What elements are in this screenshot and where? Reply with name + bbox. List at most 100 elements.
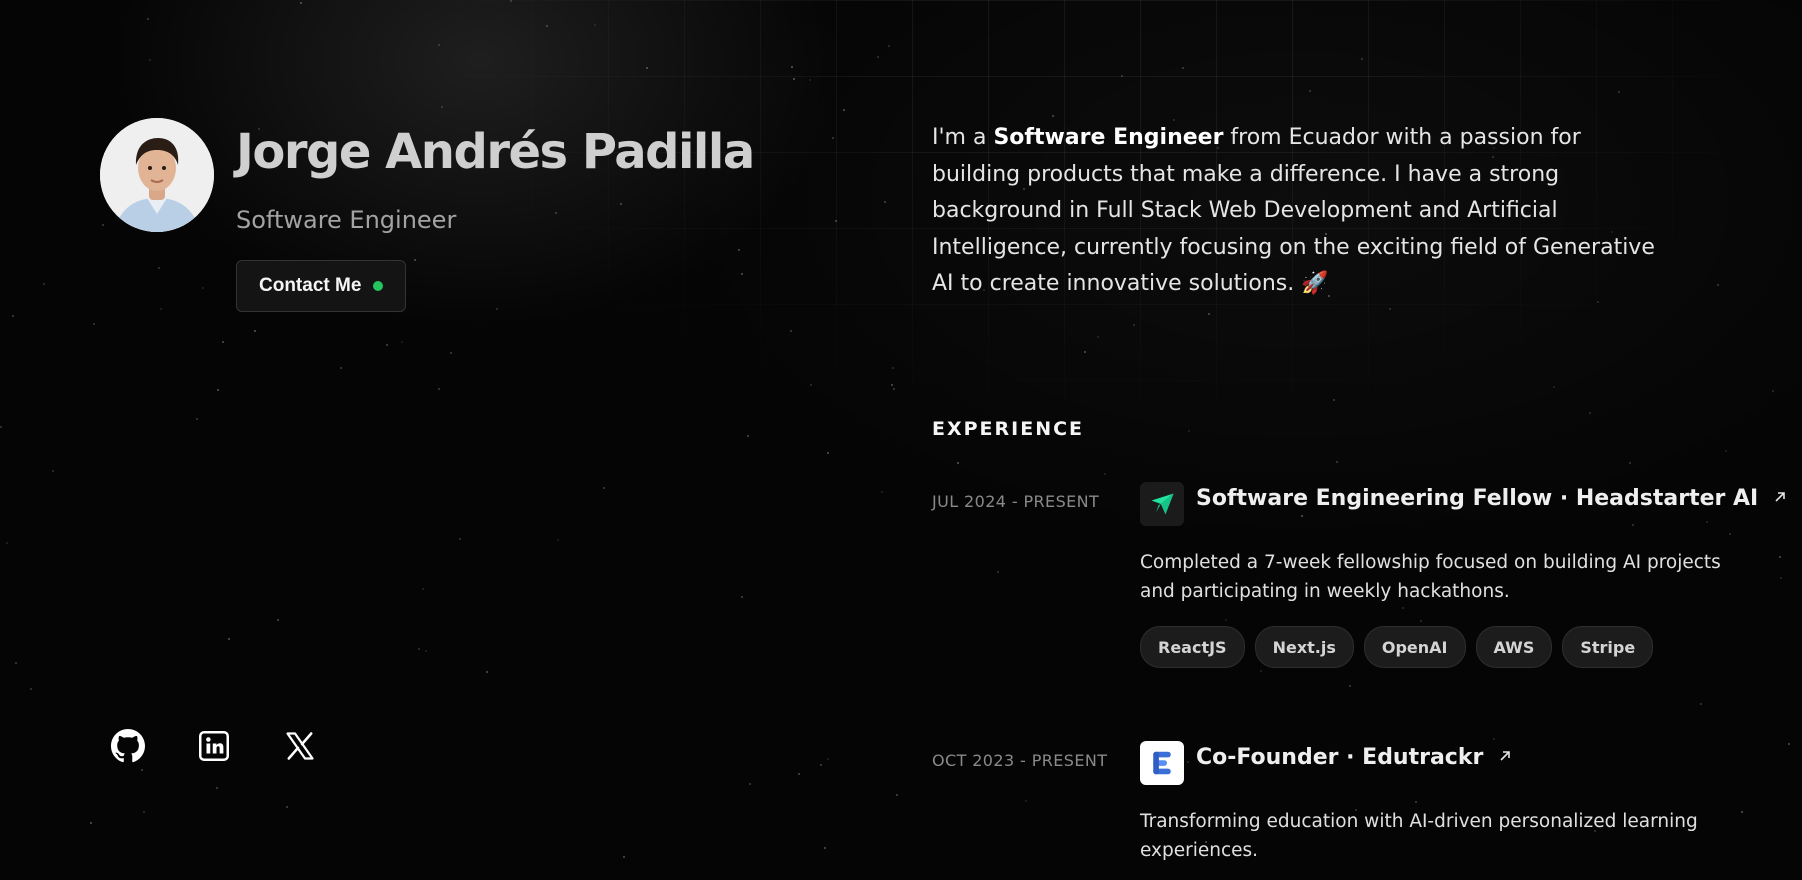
about-prefix: I'm a (932, 125, 994, 150)
star (881, 491, 883, 493)
star (459, 538, 461, 540)
star (143, 811, 145, 813)
star (414, 259, 416, 261)
star (147, 18, 149, 20)
star (884, 201, 886, 203)
star (1389, 308, 1391, 310)
star (222, 341, 224, 343)
star (0, 426, 2, 428)
experience-date: JUL 2024 - PRESENT (932, 492, 1100, 511)
tech-tag: Next.js (1254, 626, 1354, 668)
about-suffix: from Ecuador with a passion for building… (932, 125, 1655, 296)
star (422, 588, 424, 590)
star (1349, 685, 1351, 687)
star (888, 45, 890, 47)
star (1121, 75, 1123, 77)
star (1301, 515, 1303, 517)
star (957, 462, 959, 464)
experience-title: Co-Founder · Edutrackr (1196, 745, 1484, 770)
star (1182, 67, 1184, 69)
star (12, 315, 14, 317)
star (1361, 58, 1363, 60)
star (1104, 473, 1106, 475)
about-paragraph: I'm a Software Engineer from Ecuador wit… (932, 120, 1672, 303)
star (827, 452, 829, 454)
star (1084, 351, 1086, 353)
star (749, 783, 751, 785)
star (798, 773, 800, 775)
experience-link-edutrackr[interactable]: Co-Founder · Edutrackr (1196, 745, 1513, 770)
github-icon (111, 729, 145, 767)
star (1632, 524, 1634, 526)
tech-tag: AWS (1475, 626, 1553, 668)
star (555, 212, 557, 214)
star (496, 308, 498, 310)
star (216, 787, 218, 789)
star (52, 470, 54, 472)
star (603, 487, 605, 489)
star (1188, 430, 1190, 432)
tech-tag: OpenAI (1363, 626, 1466, 668)
star (891, 384, 893, 386)
star (810, 384, 812, 386)
x-link[interactable] (282, 730, 318, 766)
star (30, 688, 32, 690)
star (790, 330, 792, 332)
star (277, 619, 279, 621)
star (824, 847, 826, 849)
tech-tags: ReactJS Next.js OpenAI AWS Stripe (1140, 626, 1654, 668)
experience-title: Software Engineering Fellow · Headstarte… (1196, 486, 1759, 511)
star (228, 638, 230, 640)
star (1402, 607, 1404, 609)
social-links (110, 729, 318, 767)
star (835, 220, 837, 222)
star (893, 388, 895, 390)
contact-me-button[interactable]: Contact Me (236, 260, 407, 312)
star (1772, 390, 1774, 392)
star (832, 137, 834, 139)
star (441, 106, 443, 108)
star (1779, 556, 1781, 558)
edutrackr-logo (1140, 741, 1184, 785)
star (1309, 90, 1311, 92)
star (1618, 91, 1620, 93)
star (102, 224, 104, 226)
star (438, 44, 440, 46)
star (340, 367, 342, 369)
star (791, 66, 793, 68)
star (1333, 399, 1335, 401)
star (1097, 336, 1099, 338)
star (141, 769, 143, 771)
star (438, 388, 440, 390)
star (1415, 801, 1417, 803)
star (6, 542, 8, 544)
star (1589, 412, 1591, 414)
star (486, 671, 488, 673)
star (741, 273, 743, 275)
star (43, 283, 45, 285)
star (386, 344, 388, 346)
star (1706, 521, 1708, 523)
star (646, 67, 648, 69)
star (1700, 703, 1702, 705)
star (1052, 115, 1054, 117)
star (93, 323, 95, 325)
star (1553, 386, 1555, 388)
experience-link-headstarter[interactable]: Software Engineering Fellow · Headstarte… (1196, 486, 1788, 511)
star (160, 308, 162, 310)
star (217, 389, 219, 391)
star (300, 2, 302, 4)
github-link[interactable] (110, 729, 146, 767)
star (425, 650, 427, 652)
star (1420, 620, 1422, 622)
contact-me-label: Contact Me (259, 275, 362, 296)
star (15, 662, 17, 664)
star (892, 367, 894, 369)
star (1717, 284, 1719, 286)
star (747, 435, 749, 437)
star (793, 78, 795, 80)
star (1336, 461, 1338, 463)
star (843, 109, 845, 111)
linkedin-link[interactable] (196, 730, 232, 766)
star (877, 56, 879, 58)
